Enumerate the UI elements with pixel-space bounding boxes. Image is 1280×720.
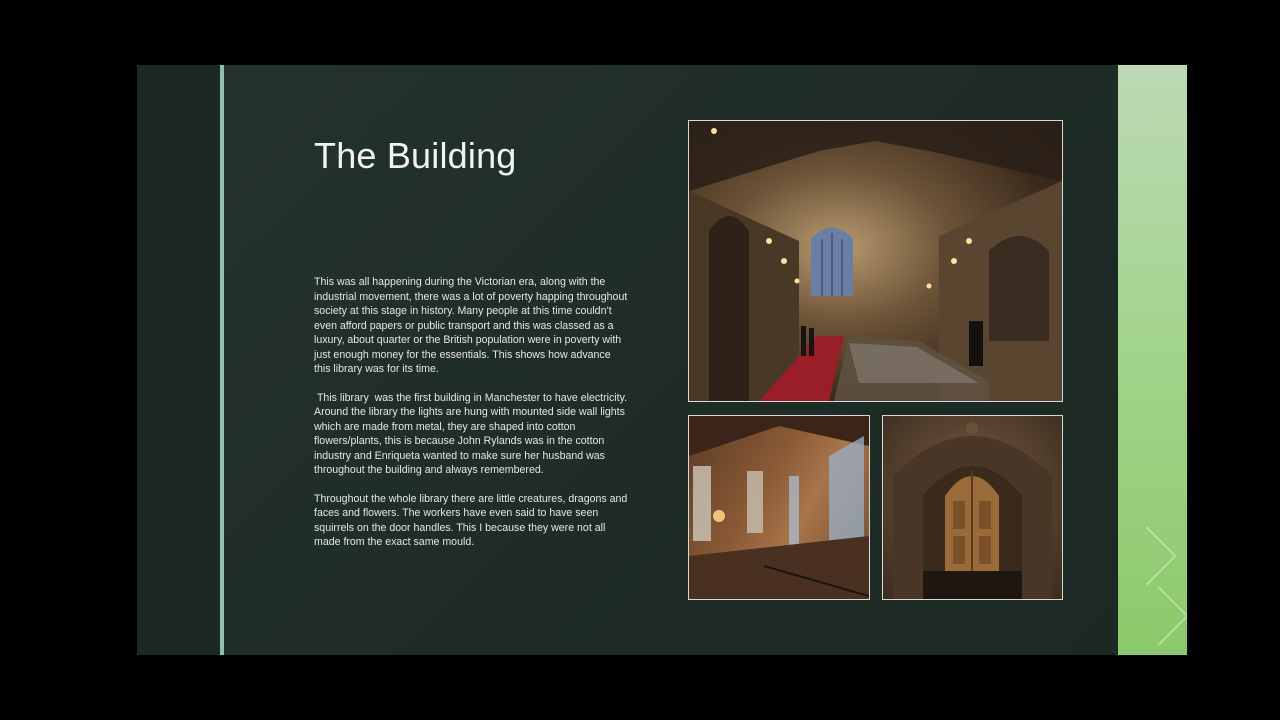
paragraph-victorian-era: This was all happening during the Victor…: [314, 276, 628, 375]
paragraph-electricity: This library was the first building in M…: [314, 391, 630, 477]
library-hall-photo: [688, 120, 1063, 402]
slide: The Building This was all happening duri…: [137, 65, 1187, 655]
chevron-decoration: [1117, 526, 1177, 586]
paragraph-creatures: Throughout the whole library there are l…: [314, 492, 628, 549]
ornate-door-photo: [882, 415, 1063, 600]
library-interior-photo: [688, 415, 870, 600]
accent-line: [220, 65, 224, 655]
slide-body: This was all happening during the Victor…: [314, 275, 629, 564]
slide-title: The Building: [314, 135, 517, 176]
chevron-decoration: [1129, 586, 1187, 646]
slide-left-band: [137, 65, 220, 655]
slide-right-band: [1117, 65, 1187, 655]
